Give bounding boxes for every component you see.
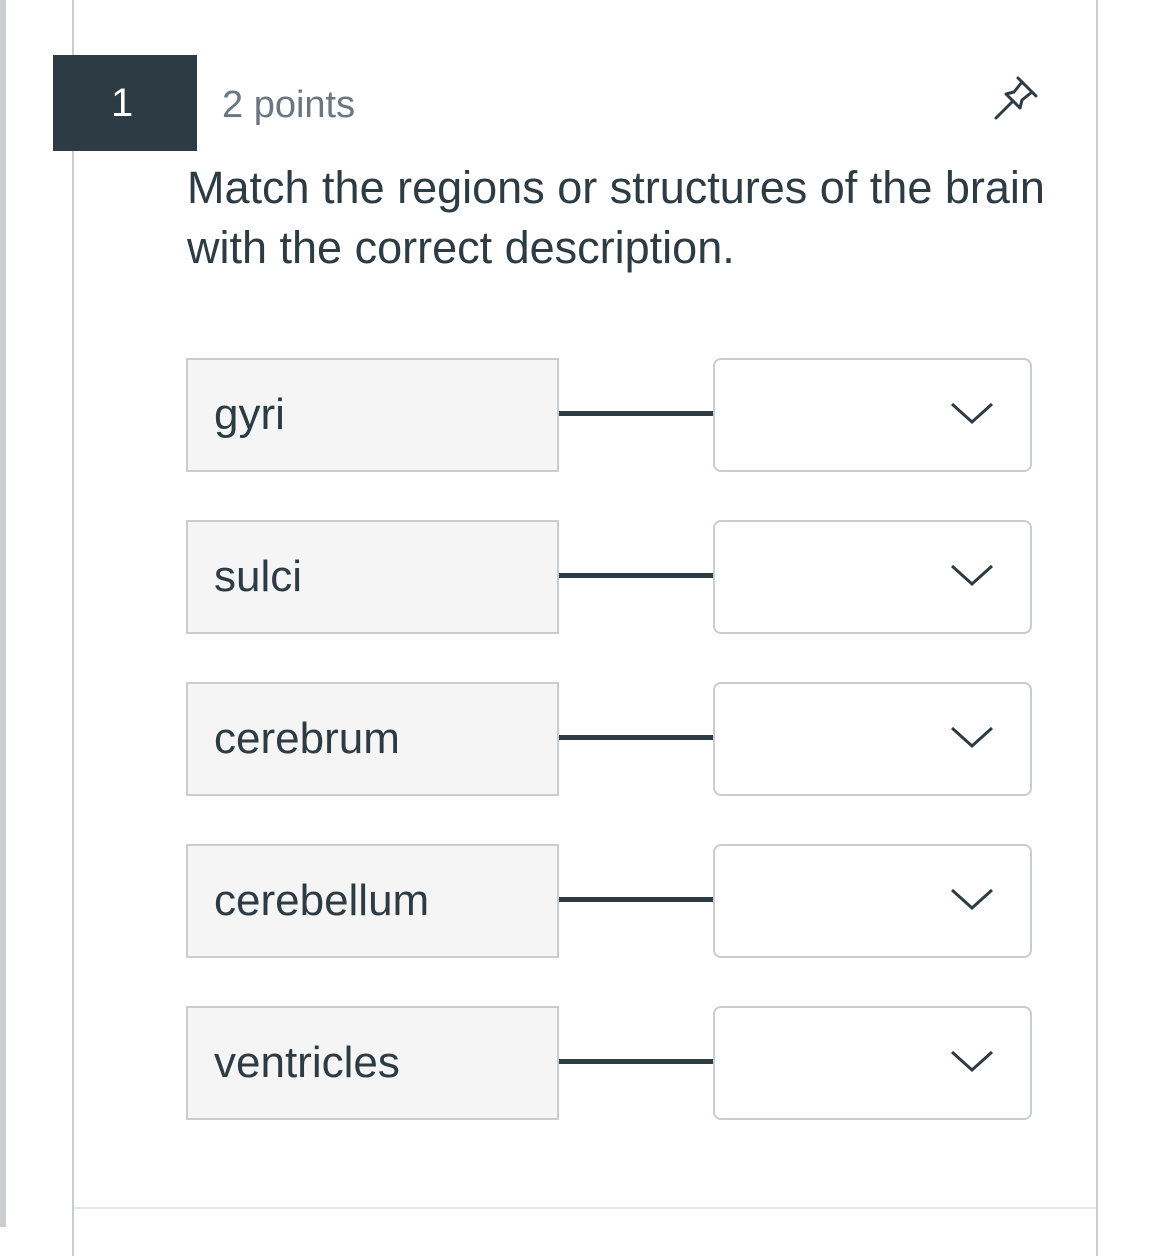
match-row: cerebrum	[186, 682, 1032, 796]
chevron-down-icon	[950, 564, 994, 587]
match-connector	[559, 897, 714, 902]
match-connector	[559, 1059, 714, 1064]
match-term: cerebellum	[186, 844, 559, 958]
match-row: sulci	[186, 520, 1032, 634]
chevron-down-icon	[950, 888, 994, 911]
match-row: ventricles	[186, 1006, 1032, 1120]
match-term: cerebrum	[186, 682, 559, 796]
question-points: 2 points	[222, 84, 356, 126]
match-connector	[559, 573, 714, 578]
answer-dropdown[interactable]	[713, 844, 1032, 958]
match-term: sulci	[186, 520, 559, 634]
chevron-down-icon	[950, 726, 994, 749]
answer-dropdown[interactable]	[713, 682, 1032, 796]
answer-dropdown[interactable]	[713, 358, 1032, 472]
answer-dropdown[interactable]	[713, 1006, 1032, 1120]
question-number: 1	[53, 55, 197, 151]
chevron-down-icon	[950, 1050, 994, 1073]
chevron-down-icon	[950, 402, 994, 425]
match-row: cerebellum	[186, 844, 1032, 958]
card-divider	[74, 1207, 1096, 1209]
match-term: gyri	[186, 358, 559, 472]
match-row: gyri	[186, 358, 1032, 472]
question-text: Match the regions or structures of the b…	[187, 162, 1045, 273]
pin-icon[interactable]	[988, 70, 1044, 126]
match-connector	[559, 411, 714, 416]
match-connector	[559, 735, 714, 740]
answer-dropdown[interactable]	[713, 520, 1032, 634]
page-edge	[0, 0, 6, 1227]
match-term: ventricles	[186, 1006, 559, 1120]
